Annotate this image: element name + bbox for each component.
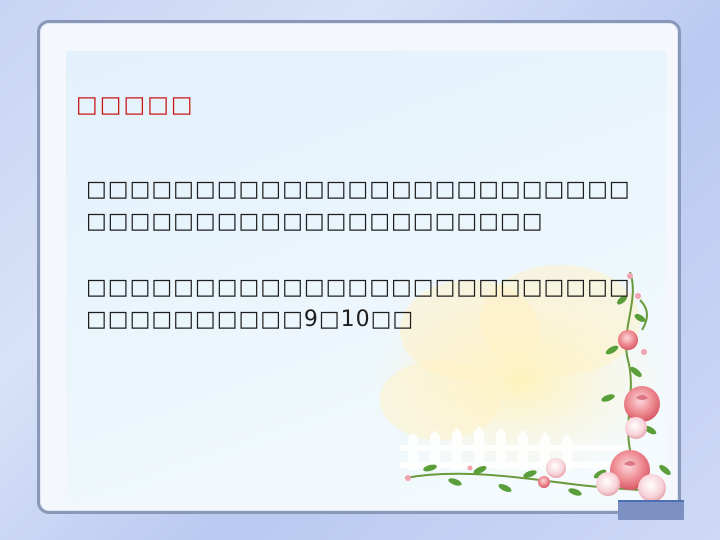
slide-corner-tab [618,500,684,520]
paragraph-2: □□□□□□□□□□□□□□□□□□□□□□□□□□□□□□□□□□□9□10□… [86,275,631,332]
paragraph-1: □□□□□□□□□□□□□□□□□□□□□□□□□□□□□□□□□□□□□□□□… [86,177,631,234]
slide-title: □□□□□ [76,92,195,118]
